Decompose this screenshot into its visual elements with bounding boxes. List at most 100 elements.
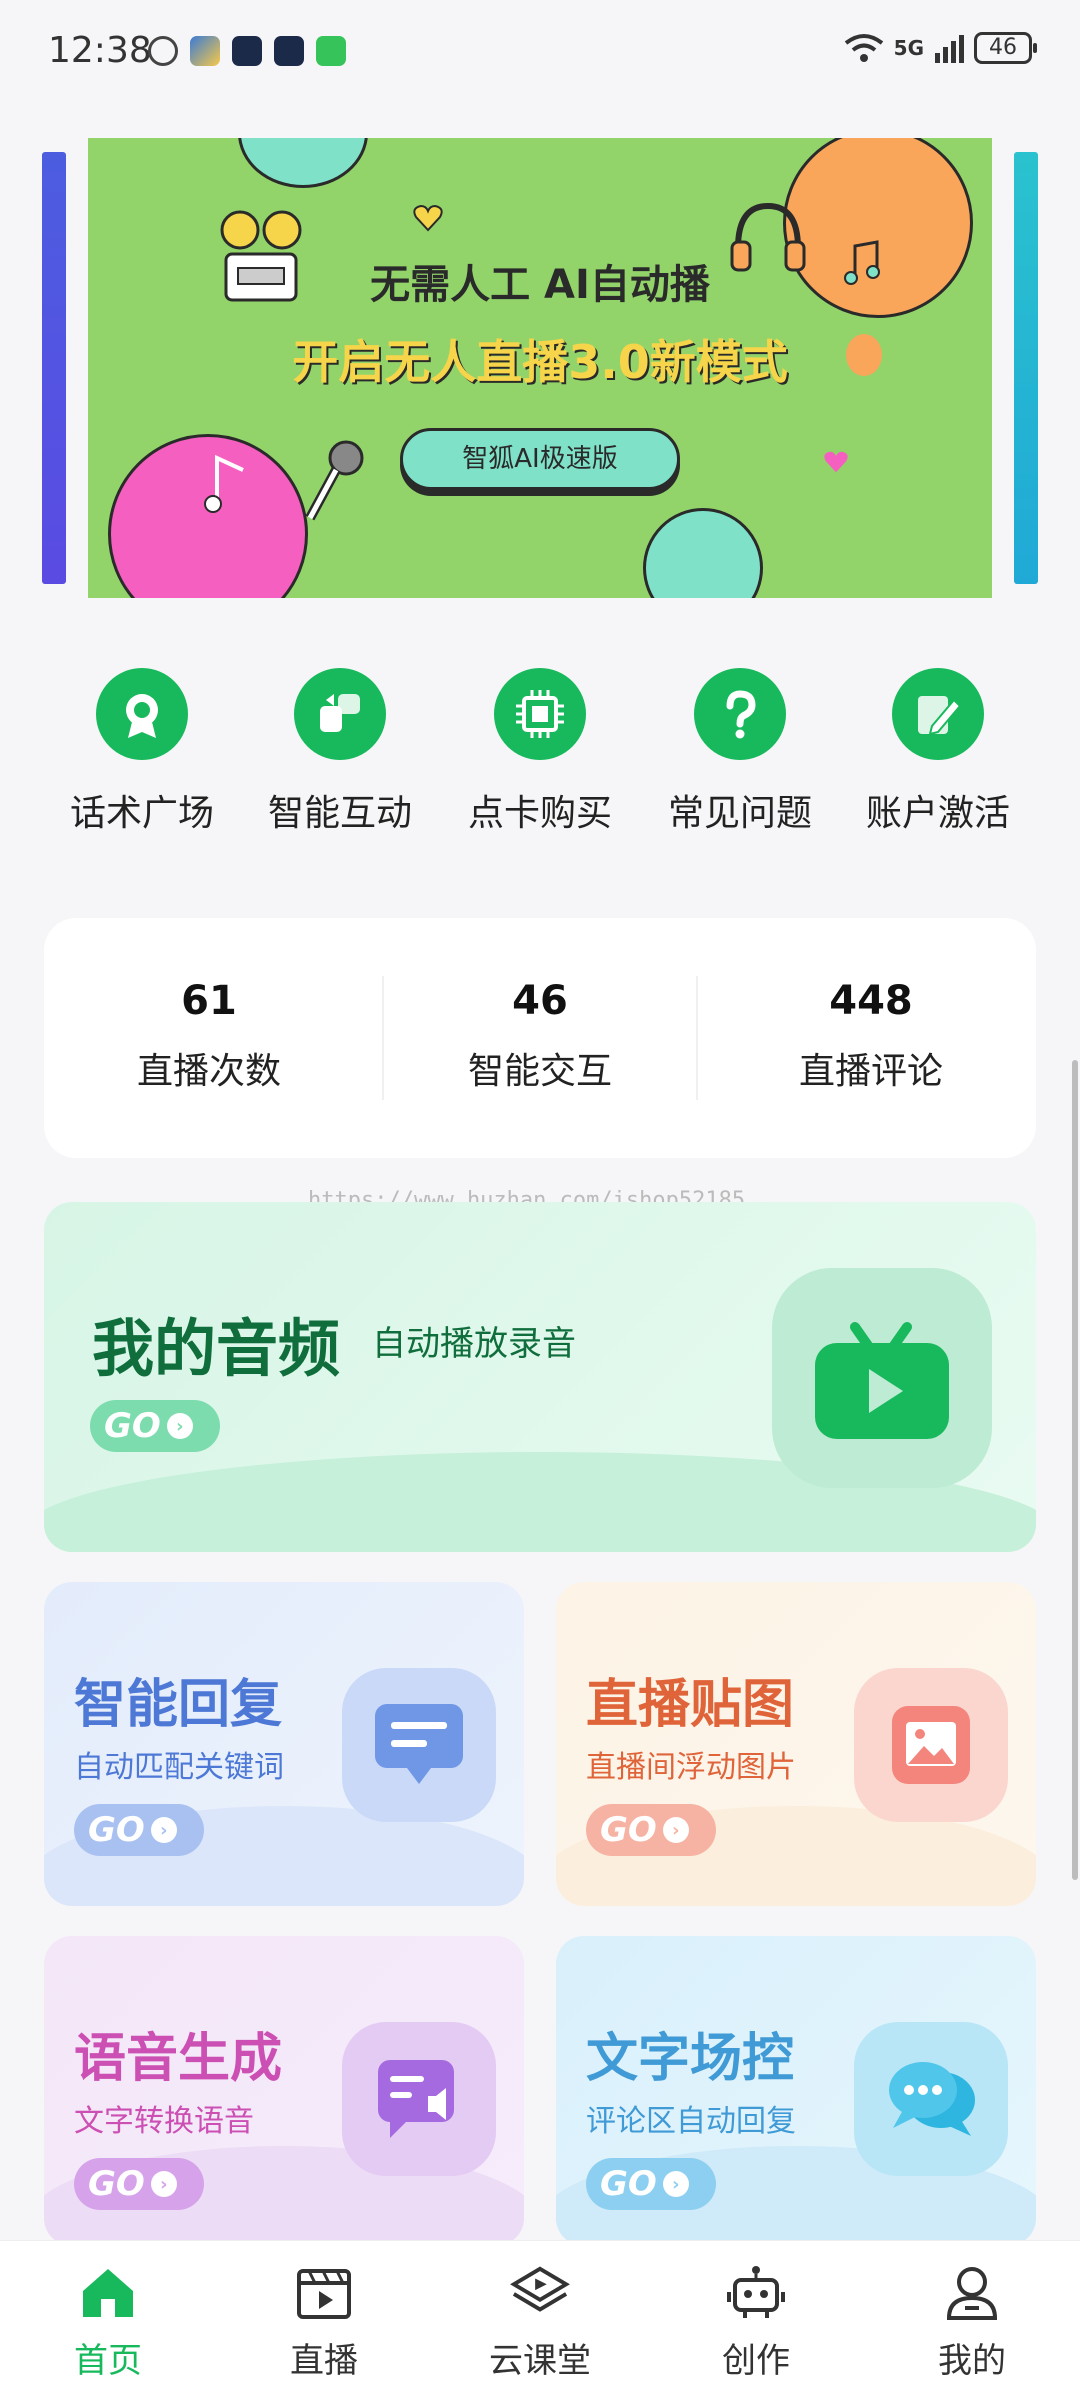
- card-live-sticker[interactable]: 直播贴图 直播间浮动图片 GO ›: [556, 1582, 1036, 1906]
- video-icon: [294, 2263, 354, 2323]
- nav-label: 云课堂: [489, 2341, 591, 2381]
- chip-icon: [494, 668, 586, 760]
- quick-item-faq[interactable]: 常见问题: [640, 668, 840, 836]
- robot-icon: [726, 2263, 786, 2323]
- banner-cta-button[interactable]: 智狐AI极速版: [400, 428, 680, 490]
- stat-interactions[interactable]: 46 智能交互: [375, 978, 705, 1094]
- scrollbar[interactable]: [1072, 1060, 1078, 1880]
- heart-icon: [824, 451, 848, 473]
- image-icon: [854, 1668, 1008, 1822]
- banner-headline: 无需人工 AI自动播: [370, 262, 710, 308]
- status-time: 12:38: [48, 30, 152, 71]
- nav-label: 直播: [290, 2341, 358, 2381]
- home-icon: [78, 2263, 138, 2323]
- quick-item-label: 话术广场: [69, 793, 214, 834]
- promo-banner[interactable]: 无需人工 AI自动播 开启无人直播3.0新模式 智狐AI极速版: [88, 138, 992, 598]
- banner-subheadline: 开启无人直播3.0新模式: [292, 335, 788, 389]
- decor-blob: [238, 138, 368, 188]
- card-subtitle: 直播间浮动图片: [586, 1750, 796, 1785]
- stat-comments[interactable]: 448 直播评论: [706, 978, 1036, 1094]
- go-button[interactable]: GO ›: [586, 2158, 716, 2210]
- stat-value: 61: [181, 978, 237, 1024]
- notification-icons: [148, 36, 346, 66]
- card-voice-generation[interactable]: 语音生成 文字转换语音 GO ›: [44, 1936, 524, 2246]
- card-subtitle: 自动播放录音: [372, 1324, 576, 1364]
- banner-next-peek[interactable]: [1014, 152, 1038, 584]
- network-type: 5G: [893, 36, 924, 60]
- quick-item-script-plaza[interactable]: 话术广场: [42, 668, 242, 836]
- quick-item-label: 点卡购买: [467, 793, 612, 834]
- card-smart-reply[interactable]: 智能回复 自动匹配关键词 GO ›: [44, 1582, 524, 1906]
- microphone-icon: [305, 440, 364, 521]
- nav-label: 首页: [74, 2341, 142, 2381]
- stat-label: 智能交互: [467, 1051, 612, 1092]
- quick-item-smart-interaction[interactable]: 智能互动: [240, 668, 440, 836]
- card-title: 语音生成: [74, 2029, 283, 2089]
- card-subtitle: 自动匹配关键词: [74, 1750, 284, 1785]
- go-label: GO: [104, 1406, 161, 1446]
- music-note-icon: [204, 454, 244, 513]
- stat-label: 直播评论: [798, 1051, 943, 1092]
- stat-value: 46: [512, 978, 568, 1024]
- nav-mine[interactable]: 我的: [892, 2263, 1052, 2382]
- wifi-icon: [844, 34, 883, 62]
- interaction-icon: [294, 668, 386, 760]
- paw-icon: [232, 36, 262, 66]
- decor-blob: [643, 508, 763, 598]
- divider: [696, 976, 698, 1100]
- status-right: 5G 46: [844, 32, 1037, 64]
- badge-icon: [96, 668, 188, 760]
- go-button[interactable]: GO ›: [74, 1804, 204, 1856]
- card-title: 我的音频: [92, 1312, 341, 1385]
- app-icon: [190, 36, 220, 66]
- go-label: GO: [88, 1810, 145, 1850]
- card-text-control[interactable]: 文字场控 评论区自动回复 GO ›: [556, 1936, 1036, 2246]
- go-button[interactable]: GO ›: [90, 1400, 220, 1452]
- stat-live-count[interactable]: 61 直播次数: [44, 978, 374, 1094]
- hand-icon: [148, 36, 178, 66]
- user-icon: [942, 2263, 1002, 2323]
- tv-icon: [772, 1268, 992, 1488]
- go-button[interactable]: GO ›: [586, 1804, 716, 1856]
- edit-icon: [892, 668, 984, 760]
- card-my-audio[interactable]: 我的音频 自动播放录音 GO ›: [44, 1202, 1036, 1552]
- card-title: 直播贴图: [586, 1675, 795, 1735]
- nav-cloud-class[interactable]: 云课堂: [460, 2263, 620, 2382]
- quick-item-label: 常见问题: [667, 793, 812, 834]
- status-bar: 12:38 5G 46: [0, 0, 1080, 110]
- go-label: GO: [88, 2164, 145, 2204]
- go-button[interactable]: GO ›: [74, 2158, 204, 2210]
- stat-value: 448: [829, 978, 913, 1024]
- arrow-right-icon: ›: [662, 2171, 689, 2197]
- banner-prev-peek[interactable]: [42, 152, 66, 584]
- quick-item-buy-credits[interactable]: 点卡购买: [440, 668, 640, 836]
- nav-live[interactable]: 直播: [244, 2263, 404, 2382]
- arrow-right-icon: ›: [166, 1413, 193, 1439]
- quick-item-label: 账户激活: [865, 793, 1010, 834]
- battery-icon: 46: [974, 32, 1037, 64]
- card-subtitle: 文字转换语音: [74, 2104, 254, 2139]
- quick-item-label: 智能互动: [267, 793, 412, 834]
- quick-item-activate-account[interactable]: 账户激活: [838, 668, 1038, 836]
- voice-message-icon: [342, 2022, 496, 2176]
- go-label: GO: [600, 1810, 657, 1850]
- stat-label: 直播次数: [136, 1051, 281, 1092]
- message-icon: [316, 36, 346, 66]
- card-title: 智能回复: [74, 1675, 283, 1735]
- paw-icon: [274, 36, 304, 66]
- bottom-nav: 首页 直播 云课堂 创作 我的: [0, 2240, 1080, 2400]
- chat-bubbles-icon: [854, 2022, 1008, 2176]
- question-icon: [694, 668, 786, 760]
- go-label: GO: [600, 2164, 657, 2204]
- card-title: 文字场控: [586, 2029, 795, 2089]
- arrow-right-icon: ›: [662, 1817, 689, 1843]
- arrow-right-icon: ›: [150, 1817, 177, 1843]
- nav-home[interactable]: 首页: [28, 2263, 188, 2382]
- layers-icon: [510, 2263, 570, 2323]
- nav-label: 我的: [938, 2341, 1006, 2381]
- signal-icon: [935, 35, 964, 63]
- stats-card: 61 直播次数 46 智能交互 448 直播评论: [44, 918, 1036, 1158]
- heart-icon: [413, 204, 443, 232]
- arrow-right-icon: ›: [150, 2171, 177, 2197]
- nav-create[interactable]: 创作: [676, 2263, 836, 2382]
